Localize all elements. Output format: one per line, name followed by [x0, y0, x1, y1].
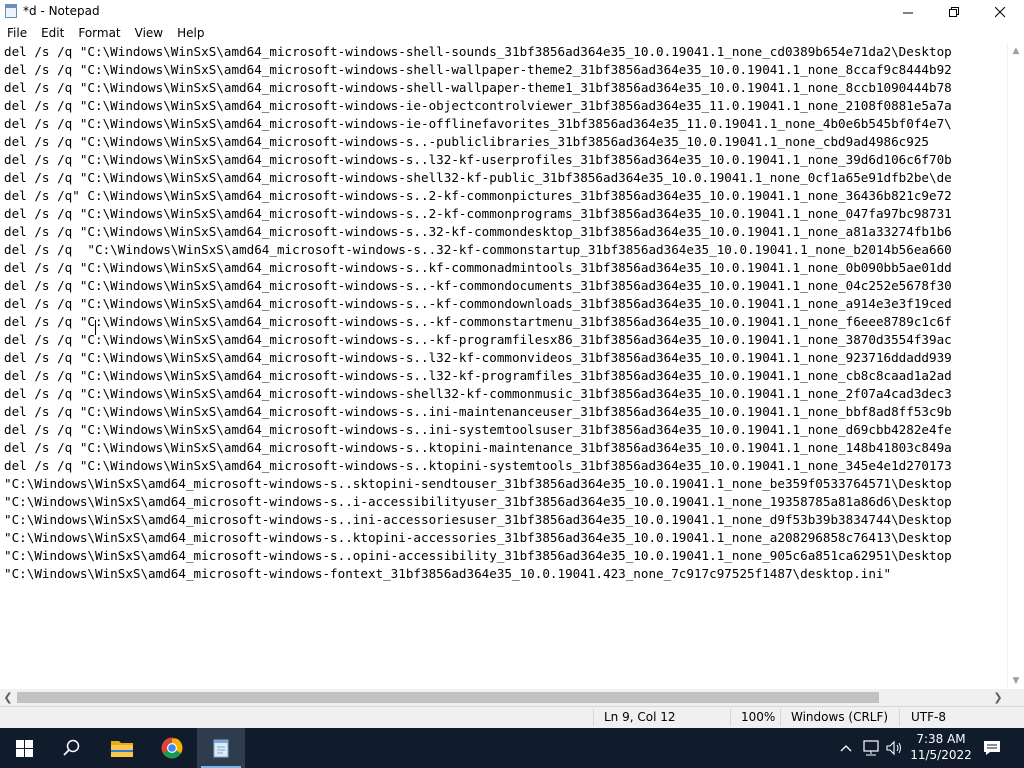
notepad-icon: [213, 739, 229, 758]
restore-icon: [948, 6, 959, 17]
close-button[interactable]: [977, 0, 1023, 24]
text-line: del /s /q "C:\Windows\WinSxS\amd64_micro…: [4, 458, 952, 473]
notification-icon: [984, 741, 1000, 755]
status-divider: [899, 709, 900, 726]
taskbar: 7:38 AM 11/5/2022: [0, 728, 1024, 768]
text-editor[interactable]: del /s /q "C:\Windows\WinSxS\amd64_micro…: [0, 43, 1007, 689]
text-line: "C:\Windows\WinSxS\amd64_microsoft-windo…: [4, 512, 952, 527]
encoding: UTF-8: [911, 710, 946, 724]
status-divider: [780, 709, 781, 726]
vertical-scrollbar[interactable]: ▲ ▼: [1007, 43, 1024, 689]
file-explorer-button[interactable]: [98, 728, 146, 768]
chrome-button[interactable]: [148, 728, 196, 768]
text-line: del /s /q "C:\Windows\WinSxS\amd64_micro…: [4, 332, 952, 347]
cursor-position: Ln 9, Col 12: [604, 710, 676, 724]
notepad-icon: [5, 4, 17, 18]
text-line: del /s /q "C:\Windows\WinSxS\amd64_micro…: [4, 242, 952, 257]
status-bar: Ln 9, Col 12 100% Windows (CRLF) UTF-8: [0, 706, 1024, 728]
network-button[interactable]: [859, 728, 883, 768]
text-line: del /s /q "C:\Windows\WinSxS\amd64_micro…: [4, 314, 952, 329]
text-line: "C:\Windows\WinSxS\amd64_microsoft-windo…: [4, 476, 952, 491]
text-line: del /s /q "C:\Windows\WinSxS\amd64_micro…: [4, 80, 952, 95]
scroll-up-icon[interactable]: ▲: [1011, 46, 1021, 56]
text-line: del /s /q "C:\Windows\WinSxS\amd64_micro…: [4, 368, 952, 383]
text-line: "C:\Windows\WinSxS\amd64_microsoft-windo…: [4, 494, 952, 509]
text-line: del /s /q" C:\Windows\WinSxS\amd64_micro…: [4, 188, 952, 203]
search-icon: [63, 739, 80, 756]
show-hidden-icons-button[interactable]: [836, 728, 856, 768]
horizontal-scroll-thumb[interactable]: [17, 692, 879, 703]
volume-icon: [886, 740, 901, 756]
status-divider: [593, 709, 594, 726]
text-cursor: [95, 320, 96, 335]
scroll-right-icon[interactable]: ❯: [991, 691, 1005, 704]
clock-time: 7:38 AM: [916, 732, 966, 746]
network-icon: [863, 740, 879, 756]
notepad-taskbar-button[interactable]: [197, 728, 245, 768]
text-line: del /s /q "C:\Windows\WinSxS\amd64_micro…: [4, 152, 952, 167]
chevron-up-icon: [840, 745, 852, 752]
text-line: del /s /q "C:\Windows\WinSxS\amd64_micro…: [4, 440, 952, 455]
close-icon: [994, 6, 1005, 17]
scroll-left-icon[interactable]: ❮: [1, 691, 15, 704]
status-divider: [730, 709, 731, 726]
text-line: del /s /q "C:\Windows\WinSxS\amd64_micro…: [4, 278, 952, 293]
text-line: del /s /q "C:\Windows\WinSxS\amd64_micro…: [4, 404, 952, 419]
clock-date: 11/5/2022: [910, 748, 972, 762]
text-line: del /s /q "C:\Windows\WinSxS\amd64_micro…: [4, 386, 952, 401]
windows-start-icon: [15, 739, 33, 757]
menu-format[interactable]: Format: [71, 24, 127, 43]
menu-file[interactable]: File: [0, 24, 34, 43]
menu-bar: File Edit Format View Help: [0, 24, 1024, 43]
notifications-button[interactable]: [980, 728, 1004, 768]
scroll-down-icon[interactable]: ▼: [1011, 676, 1021, 686]
text-line: del /s /q "C:\Windows\WinSxS\amd64_micro…: [4, 44, 952, 59]
minimize-button[interactable]: [885, 0, 931, 24]
text-line: del /s /q "C:\Windows\WinSxS\amd64_micro…: [4, 170, 952, 185]
text-line: del /s /q "C:\Windows\WinSxS\amd64_micro…: [4, 62, 952, 77]
minimize-icon: [902, 12, 913, 13]
text-line: del /s /q "C:\Windows\WinSxS\amd64_micro…: [4, 206, 952, 221]
scrollbar-corner: [1007, 689, 1024, 706]
maximize-button[interactable]: [931, 0, 977, 24]
title-bar[interactable]: *d - Notepad: [0, 0, 1024, 24]
menu-help[interactable]: Help: [170, 24, 211, 43]
text-line: del /s /q "C:\Windows\WinSxS\amd64_micro…: [4, 98, 952, 113]
volume-button[interactable]: [884, 728, 906, 768]
editor-content[interactable]: del /s /q "C:\Windows\WinSxS\amd64_micro…: [4, 43, 952, 583]
start-button[interactable]: [0, 728, 48, 768]
text-line: del /s /q "C:\Windows\WinSxS\amd64_micro…: [4, 296, 952, 311]
menu-view[interactable]: View: [128, 24, 170, 43]
line-ending: Windows (CRLF): [791, 710, 889, 724]
text-line: del /s /q "C:\Windows\WinSxS\amd64_micro…: [4, 134, 930, 149]
text-line: "C:\Windows\WinSxS\amd64_microsoft-windo…: [4, 530, 952, 545]
search-button[interactable]: [48, 728, 96, 768]
menu-edit[interactable]: Edit: [34, 24, 71, 43]
text-line: "C:\Windows\WinSxS\amd64_microsoft-windo…: [4, 566, 892, 581]
file-explorer-icon: [111, 741, 133, 757]
text-line: del /s /q "C:\Windows\WinSxS\amd64_micro…: [4, 224, 952, 239]
text-line: del /s /q "C:\Windows\WinSxS\amd64_micro…: [4, 422, 952, 437]
window-title: *d - Notepad: [23, 4, 100, 18]
text-line: del /s /q "C:\Windows\WinSxS\amd64_micro…: [4, 116, 952, 131]
text-line: "C:\Windows\WinSxS\amd64_microsoft-windo…: [4, 548, 952, 563]
chrome-icon: [161, 737, 183, 759]
text-line: del /s /q "C:\Windows\WinSxS\amd64_micro…: [4, 260, 952, 275]
system-clock[interactable]: 7:38 AM 11/5/2022: [909, 731, 973, 763]
zoom-level: 100%: [741, 710, 776, 724]
horizontal-scrollbar[interactable]: ❮ ❯: [0, 689, 1007, 706]
text-line: del /s /q "C:\Windows\WinSxS\amd64_micro…: [4, 350, 952, 365]
